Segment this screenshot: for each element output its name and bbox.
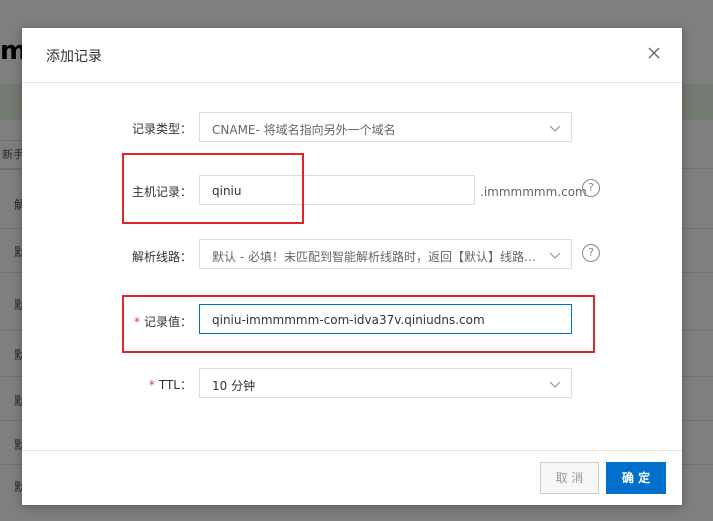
chevron-down-icon [549, 381, 561, 388]
dialog-title: 添加记录 [46, 49, 102, 65]
cancel-button[interactable]: 取 消 [540, 462, 599, 494]
domain-suffix: .immmmmm.com [480, 185, 587, 199]
record-type-label: 记录类型： [131, 122, 192, 136]
confirm-button[interactable]: 确 定 [606, 462, 666, 494]
resolution-line-value: 默认 - 必填！未匹配到智能解析线路时，返回【默认】线路设... [212, 250, 537, 264]
required-marker: * [148, 378, 155, 392]
annotation-box-host [122, 153, 304, 224]
help-icon[interactable]: ? [582, 179, 600, 197]
resolution-line-select[interactable]: 默认 - 必填！未匹配到智能解析线路时，返回【默认】线路设... [199, 239, 572, 269]
add-record-dialog: 添加记录 记录类型： CNAME- 将域名指向另外一个域名 主机记录： qini… [22, 28, 682, 505]
record-type-value: CNAME- 将域名指向另外一个域名 [212, 123, 396, 137]
chevron-down-icon [549, 125, 561, 132]
record-type-select[interactable]: CNAME- 将域名指向另外一个域名 [199, 112, 572, 142]
resolution-line-label: 解析线路： [131, 250, 192, 264]
close-icon[interactable] [646, 45, 662, 61]
ttl-value: 10 分钟 [212, 379, 256, 393]
ttl-label-text: TTL： [158, 378, 192, 392]
annotation-box-record-value [122, 295, 595, 353]
help-icon[interactable]: ? [582, 244, 600, 262]
ttl-label: * TTL： [108, 376, 192, 393]
ttl-select[interactable]: 10 分钟 [199, 368, 572, 398]
chevron-down-icon [549, 252, 561, 259]
dialog-header: 添加记录 [22, 28, 682, 83]
